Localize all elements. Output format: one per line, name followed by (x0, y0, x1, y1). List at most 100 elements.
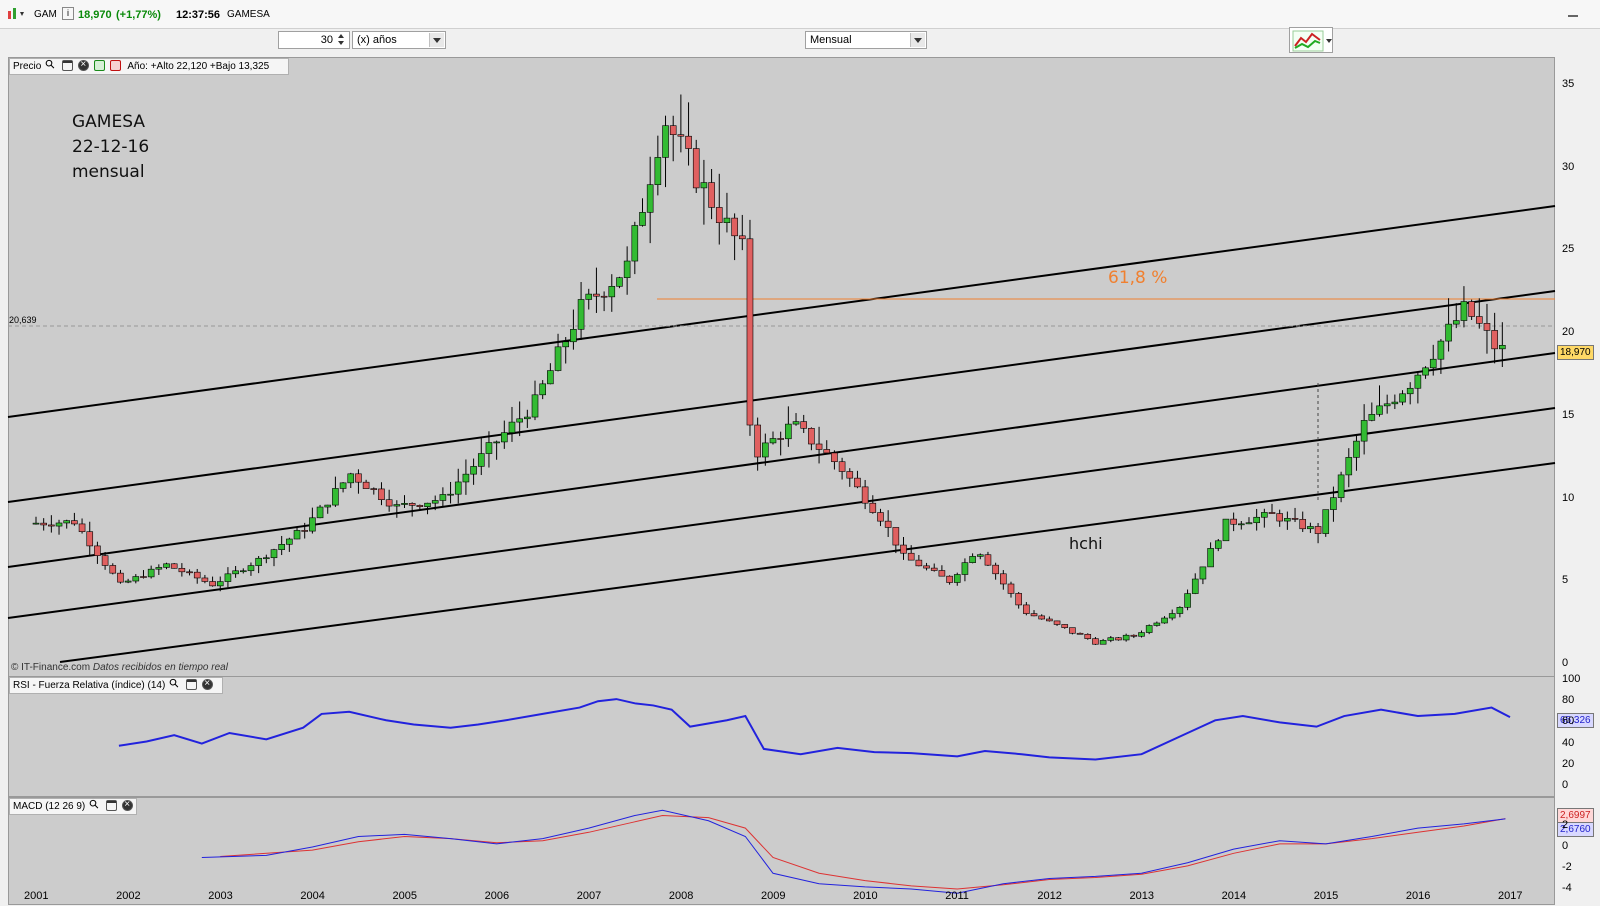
candle-body (892, 527, 900, 546)
candle-body (1153, 622, 1161, 626)
candle-body (424, 502, 431, 507)
candle-body (992, 564, 999, 575)
candle-body (984, 554, 992, 566)
candle-body (723, 217, 731, 223)
remove-icon[interactable] (110, 60, 122, 71)
year-tick-label: 2005 (392, 890, 417, 902)
candle-body (616, 277, 623, 287)
macd-tick-label: 0 (1562, 840, 1569, 852)
candle-body (1084, 633, 1092, 639)
candle-body (1391, 401, 1399, 405)
candle-body (1284, 518, 1291, 522)
candle-body (1191, 578, 1199, 594)
candle-body (224, 573, 232, 582)
candle-body (1345, 457, 1353, 476)
candle-body (938, 570, 946, 577)
copyright-notice: © IT-Finance.com Datos recibidos en tiem… (11, 662, 228, 673)
macd-panel-label: MACD (12 26 9) (13, 801, 86, 812)
candle-body (63, 520, 71, 524)
window-icon[interactable] (186, 679, 198, 690)
year-tick-label: 2008 (668, 890, 694, 902)
candle-body (117, 572, 124, 583)
close-icon[interactable] (122, 797, 134, 812)
candle-body (1337, 474, 1345, 498)
candle-body (1452, 320, 1460, 325)
candle-body (416, 505, 424, 507)
candle-body (792, 421, 800, 425)
wrench-icon[interactable] (90, 800, 101, 811)
candle-body (677, 134, 685, 137)
candle-body (71, 520, 78, 525)
candle-body (1414, 374, 1422, 389)
macd-panel-header: MACD (12 26 9) (9, 797, 137, 815)
candle-body (239, 570, 247, 573)
candle-body (155, 567, 163, 570)
candle-body (1322, 509, 1330, 534)
candle-body (1168, 613, 1176, 619)
candle-body (163, 563, 170, 568)
candle-body (1061, 624, 1069, 628)
candle-body (347, 473, 355, 484)
year-tick-label: 2006 (484, 890, 510, 902)
chart-canvas[interactable] (0, 0, 1600, 906)
candle-body (485, 442, 493, 454)
candle-body (1030, 613, 1038, 617)
pattern-label: hchi (1069, 534, 1103, 553)
candle-body (1092, 638, 1099, 645)
year-tick-label: 2015 (1313, 890, 1339, 902)
candle-body (339, 482, 347, 489)
price-tick-label: 20 (1562, 326, 1575, 338)
window-icon[interactable] (62, 60, 74, 71)
close-icon[interactable] (202, 676, 214, 691)
data-source-note: Datos recibidos en tiempo real (92, 662, 228, 673)
candle-body (1214, 540, 1222, 549)
candle-body (969, 556, 976, 563)
candle-body (631, 225, 639, 262)
candle-body (170, 563, 178, 569)
candle-body (1268, 512, 1276, 514)
candle-body (1429, 358, 1437, 369)
window-icon[interactable] (106, 800, 118, 811)
candle-body (1145, 625, 1153, 633)
candle-body (324, 504, 332, 508)
candle-body (1437, 340, 1445, 360)
candle-body (109, 565, 117, 574)
candle-body (1015, 593, 1022, 606)
candle-body (370, 488, 378, 490)
candle-body (1491, 330, 1498, 350)
rsi-tick-label: 0 (1562, 779, 1569, 791)
macd-tick-label: 2 (1562, 819, 1569, 831)
chart-annotation-date: 22-12-16 (72, 137, 150, 157)
year-tick-label: 2017 (1498, 890, 1523, 902)
candle-body (1353, 440, 1360, 458)
candle-body (900, 544, 907, 554)
candle-body (1314, 526, 1322, 534)
close-icon[interactable] (78, 57, 90, 72)
candle-body (953, 574, 961, 583)
candle-body (562, 341, 570, 348)
candle-body (493, 441, 500, 444)
candle-body (255, 557, 262, 566)
candle-body (1376, 405, 1383, 415)
candle-body (654, 157, 662, 185)
candle-body (1307, 526, 1314, 530)
wrench-icon[interactable] (46, 60, 57, 71)
candle-body (94, 545, 101, 556)
price-tick-label: 35 (1562, 77, 1575, 90)
candle-body (447, 493, 454, 496)
candle-body (547, 370, 554, 385)
year-high-low: Año: +Alto 22,120 +Bajo 13,325 (127, 61, 270, 72)
wrench-icon[interactable] (170, 679, 181, 690)
candle-body (554, 346, 562, 371)
year-tick-label: 2002 (116, 890, 141, 902)
candle-body (501, 432, 508, 443)
candle-body (1053, 620, 1061, 625)
candle-body (193, 571, 201, 579)
candle-body (1207, 548, 1214, 568)
year-tick-label: 2012 (1037, 890, 1062, 902)
channel-line-2 (7, 290, 1556, 503)
candle-body (470, 466, 477, 475)
candle-body (884, 520, 892, 528)
candle-body (531, 394, 539, 418)
export-icon[interactable] (94, 60, 106, 71)
